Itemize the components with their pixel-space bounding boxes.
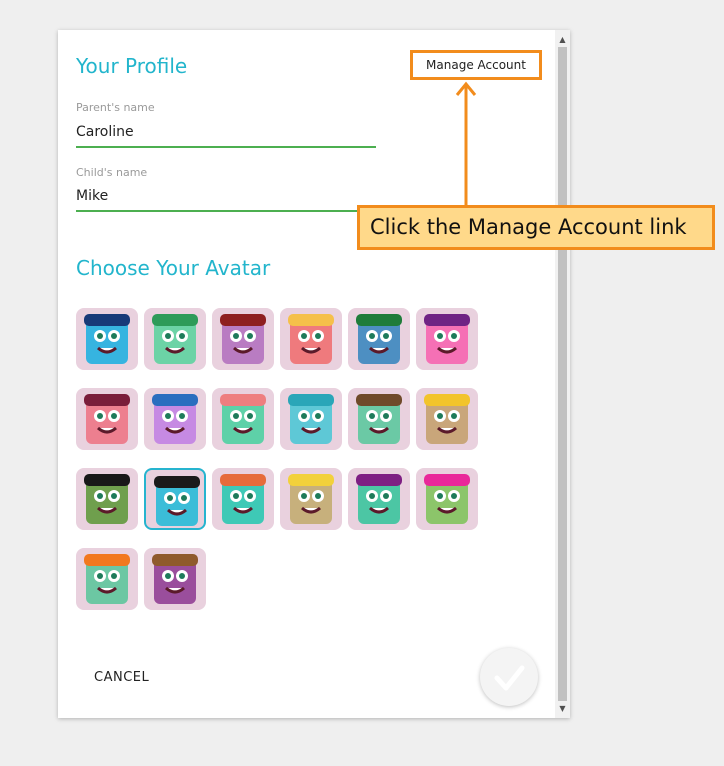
instruction-callout: Click the Manage Account link [357,205,715,250]
arrow-annotation [455,81,477,205]
